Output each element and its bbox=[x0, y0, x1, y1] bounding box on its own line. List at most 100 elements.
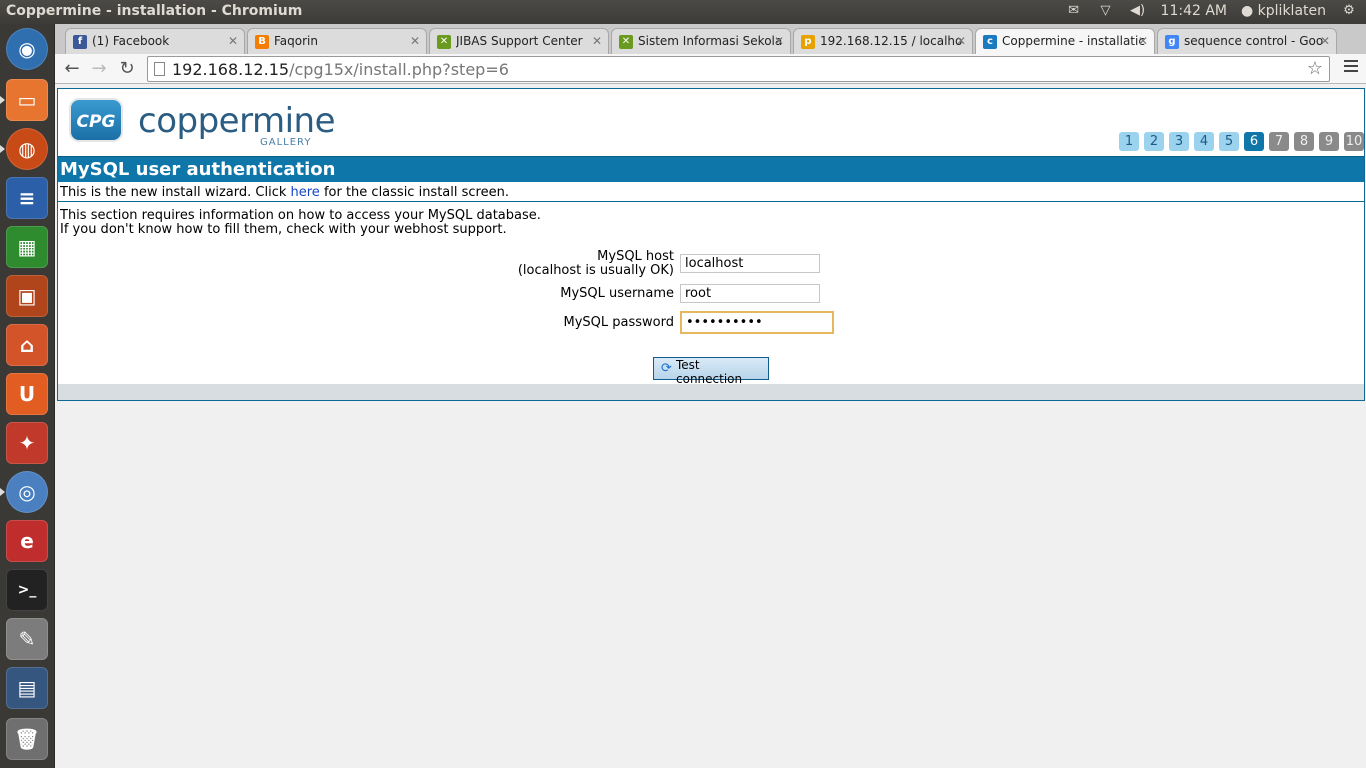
refresh-icon: ⟳ bbox=[661, 361, 672, 376]
tab-facebook[interactable]: f (1) Facebook ✕ bbox=[65, 28, 245, 54]
desc-line-2: If you don't know how to fill them, chec… bbox=[60, 222, 507, 237]
writer-icon[interactable]: ≡ bbox=[6, 177, 48, 219]
mysql-username-input[interactable] bbox=[680, 284, 820, 303]
top-panel: Coppermine - installation - Chromium ✉ ▽… bbox=[0, 0, 1366, 24]
impress-icon[interactable]: ▣ bbox=[6, 275, 48, 317]
mail-icon[interactable]: ✉ bbox=[1065, 3, 1083, 19]
reader-icon[interactable]: e bbox=[6, 520, 48, 562]
address-bar[interactable]: 192.168.12.15/cpg15x/install.php?step=6 … bbox=[147, 56, 1330, 82]
wifi-icon[interactable]: ▽ bbox=[1097, 3, 1115, 19]
reload-icon: ↻ bbox=[119, 58, 135, 79]
test-connection-button[interactable]: ⟳ Test connection bbox=[653, 357, 769, 386]
step-2[interactable]: 2 bbox=[1144, 132, 1164, 151]
tab-label: Sistem Informasi Sekola bbox=[638, 34, 783, 48]
arrow-left-icon: ← bbox=[64, 58, 80, 79]
close-icon[interactable]: ✕ bbox=[410, 34, 420, 48]
url-host: 192.168.12.15 bbox=[172, 60, 290, 79]
tab-google[interactable]: g sequence control - Goo ✕ bbox=[1157, 28, 1337, 54]
step-9: 9 bbox=[1319, 132, 1339, 151]
tab-label: Coppermine - installatic bbox=[1002, 34, 1145, 48]
cpg-icon: c bbox=[983, 35, 997, 49]
trash-icon[interactable]: 🗑 bbox=[6, 718, 48, 760]
tab-label: Faqorin bbox=[274, 34, 318, 48]
calc-icon[interactable]: ▦ bbox=[6, 226, 48, 268]
tab-faqorin[interactable]: B Faqorin ✕ bbox=[247, 28, 427, 54]
cpg-logo-sub: GALLERY bbox=[260, 137, 312, 148]
close-icon[interactable]: ✕ bbox=[592, 34, 602, 48]
user-icon: ● bbox=[1241, 3, 1254, 19]
software-center-icon[interactable]: ⌂ bbox=[6, 324, 48, 366]
launcher: ◉ ▭ ◍ ≡ ▦ ▣ ⌂ U ✦ ◎ e >_ ✎ ▤ 🗑 bbox=[0, 24, 55, 768]
close-icon[interactable]: ✕ bbox=[956, 34, 966, 48]
reload-button[interactable]: ↻ bbox=[116, 58, 138, 80]
clock[interactable]: 11:42 AM bbox=[1161, 3, 1227, 19]
tab-label: JIBAS Support Center bbox=[456, 34, 583, 48]
page-title: MySQL user authentication bbox=[58, 156, 1364, 182]
step-6: 6 bbox=[1244, 132, 1264, 151]
window-title: Coppermine - installation - Chromium bbox=[6, 3, 303, 19]
firefox-icon[interactable]: ◍ bbox=[6, 128, 48, 170]
back-button[interactable]: ← bbox=[61, 58, 83, 80]
classic-install-link[interactable]: here bbox=[291, 185, 320, 200]
footer-bar bbox=[58, 384, 1364, 400]
close-icon[interactable]: ✕ bbox=[1138, 34, 1148, 48]
url-path: /cpg15x/install.php?step=6 bbox=[289, 60, 509, 79]
jibas-icon: ✕ bbox=[437, 35, 451, 49]
step-3[interactable]: 3 bbox=[1169, 132, 1189, 151]
volume-icon[interactable]: ◀) bbox=[1129, 3, 1147, 19]
host-hint: (localhost is usually OK) bbox=[517, 263, 674, 278]
workspace-icon[interactable]: ▤ bbox=[6, 667, 48, 709]
step-8: 8 bbox=[1294, 132, 1314, 151]
close-icon[interactable]: ✕ bbox=[774, 34, 784, 48]
ubuntu-one-icon[interactable]: U bbox=[6, 373, 48, 415]
toolbar: ← → ↻ 192.168.12.15/cpg15x/install.php?s… bbox=[55, 54, 1366, 84]
menu-button[interactable] bbox=[1344, 60, 1358, 74]
arrow-right-icon: → bbox=[91, 58, 107, 79]
dash-icon[interactable]: ◉ bbox=[6, 28, 48, 70]
step-indicator: 1 2 3 4 5 6 7 8 9 10 bbox=[1119, 132, 1364, 151]
settings-icon[interactable]: ✦ bbox=[6, 422, 48, 464]
cpg-logo-word: coppermine bbox=[138, 101, 336, 141]
tab-coppermine[interactable]: c Coppermine - installatic ✕ bbox=[975, 28, 1155, 54]
intro-before: This is the new install wizard. Click bbox=[60, 185, 291, 200]
intro-text: This is the new install wizard. Click he… bbox=[58, 182, 1364, 202]
tab-sistem-informasi[interactable]: ✕ Sistem Informasi Sekola ✕ bbox=[611, 28, 791, 54]
star-icon[interactable]: ☆ bbox=[1307, 58, 1323, 79]
close-icon[interactable]: ✕ bbox=[228, 34, 238, 48]
close-icon[interactable]: ✕ bbox=[1320, 34, 1330, 48]
tab-label: (1) Facebook bbox=[92, 34, 170, 48]
system-tray: ✉ ▽ ◀) 11:42 AM ● kpliklaten ⚙ bbox=[1065, 3, 1358, 19]
terminal-icon[interactable]: >_ bbox=[6, 569, 48, 611]
page-icon bbox=[154, 62, 165, 76]
user-menu[interactable]: ● kpliklaten bbox=[1241, 3, 1326, 19]
page-content: CPG coppermine GALLERY 1 2 3 4 5 6 7 8 9… bbox=[55, 85, 1366, 768]
gear-icon[interactable]: ⚙ bbox=[1340, 3, 1358, 19]
tab-label: sequence control - Goo bbox=[1184, 34, 1324, 48]
host-label: MySQL host (localhost is usually OK) bbox=[518, 250, 674, 278]
google-icon: g bbox=[1165, 35, 1179, 49]
mysql-password-input[interactable] bbox=[680, 311, 834, 334]
blogger-icon: B bbox=[255, 35, 269, 49]
step-1[interactable]: 1 bbox=[1119, 132, 1139, 151]
forward-button[interactable]: → bbox=[88, 58, 110, 80]
files-icon[interactable]: ▭ bbox=[6, 79, 48, 121]
text-editor-icon[interactable]: ✎ bbox=[6, 618, 48, 660]
tab-jibas-support[interactable]: ✕ JIBAS Support Center ✕ bbox=[429, 28, 609, 54]
test-connection-label: Test connection bbox=[676, 358, 743, 386]
username-label: MySQL username bbox=[560, 286, 674, 301]
step-4[interactable]: 4 bbox=[1194, 132, 1214, 151]
host-label-text: MySQL host bbox=[597, 249, 674, 264]
auth-section: This section requires information on how… bbox=[58, 205, 1364, 386]
step-7: 7 bbox=[1269, 132, 1289, 151]
mysql-host-input[interactable] bbox=[680, 254, 820, 273]
jibas-icon: ✕ bbox=[619, 35, 633, 49]
tab-phpmyadmin[interactable]: p 192.168.12.15 / localho ✕ bbox=[793, 28, 973, 54]
step-10: 10 bbox=[1344, 132, 1364, 151]
password-label: MySQL password bbox=[563, 315, 675, 330]
tab-strip: f (1) Facebook ✕ B Faqorin ✕ ✕ JIBAS Sup… bbox=[55, 24, 1366, 54]
cpg-logo-mark: CPG bbox=[69, 98, 123, 142]
chromium-icon[interactable]: ◎ bbox=[6, 471, 48, 513]
user-name: kpliklaten bbox=[1257, 3, 1326, 19]
browser-window: f (1) Facebook ✕ B Faqorin ✕ ✕ JIBAS Sup… bbox=[55, 24, 1366, 768]
step-5[interactable]: 5 bbox=[1219, 132, 1239, 151]
